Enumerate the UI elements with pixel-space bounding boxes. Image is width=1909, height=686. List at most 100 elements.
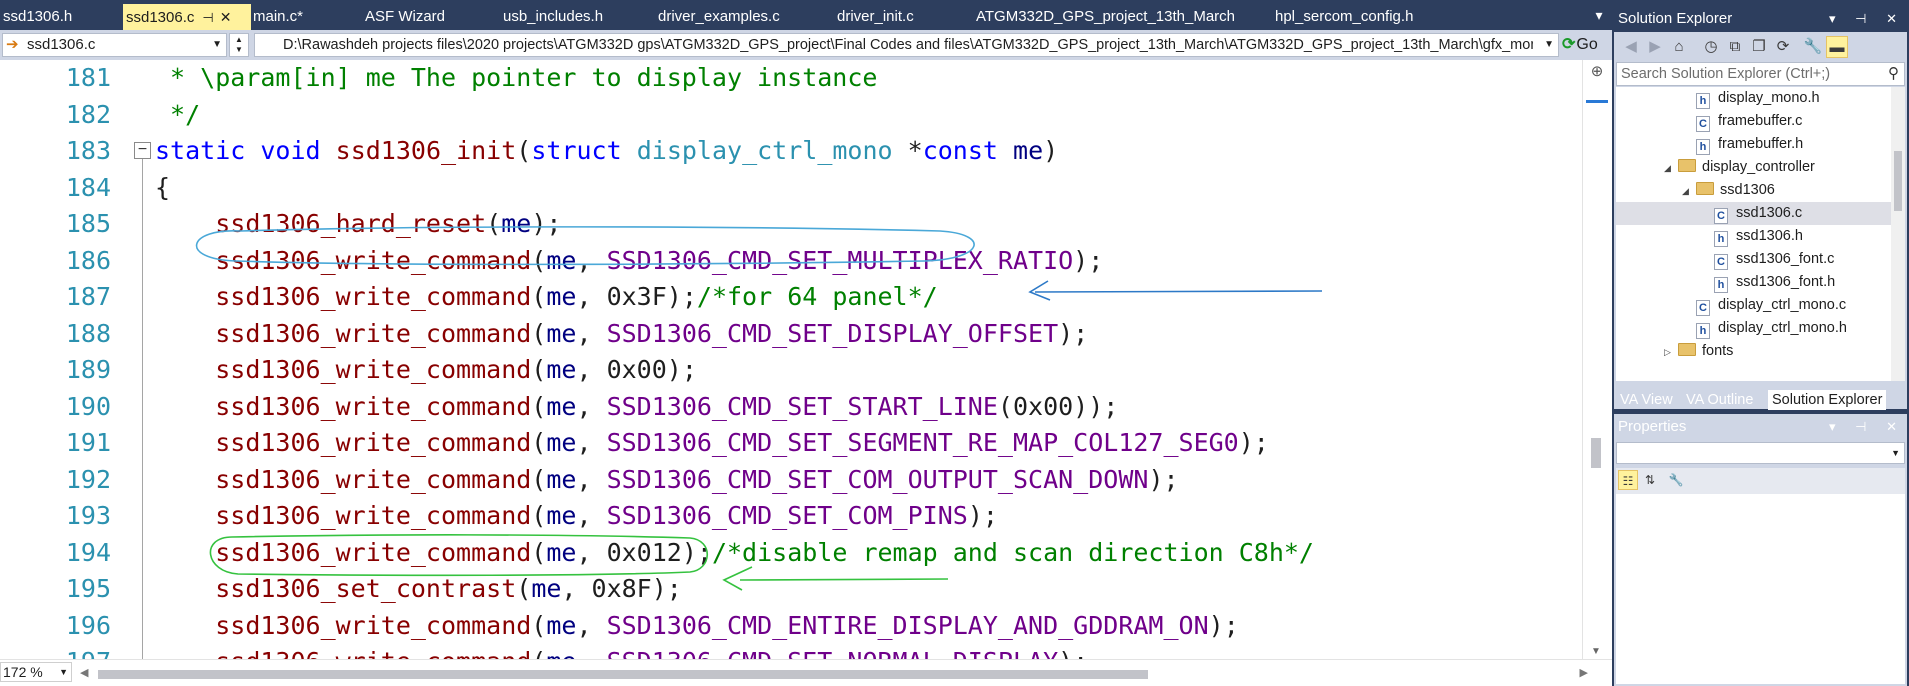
code-line[interactable]: 195 ssd1306_set_contrast(me, 0x8F); [0, 571, 1594, 607]
code-editor[interactable]: 181 * \param[in] me The pointer to displ… [0, 60, 1594, 659]
tree-file-item[interactable]: Cssd1306.c [1616, 202, 1891, 225]
file-path-dropdown[interactable]: D:\Rawashdeh projects files\2020 project… [254, 33, 1559, 57]
tree-file-item[interactable]: h display_ctrl_mono.h [1616, 317, 1891, 340]
code-line[interactable]: 196 ssd1306_write_command(me, SSD1306_CM… [0, 608, 1594, 644]
pane-window-buttons[interactable]: ▾ ⊣ ✕ [1829, 414, 1905, 440]
code-line[interactable]: 187 ssd1306_write_command(me, 0x3F);/*fo… [0, 279, 1594, 315]
collapse-region-button[interactable]: − [134, 142, 151, 159]
code-token: */ [155, 99, 201, 129]
tree-file-item[interactable]: Cframebuffer.c [1616, 110, 1891, 133]
document-tab[interactable]: ATGM332D_GPS_project_13th_March [973, 4, 1235, 30]
editor-vertical-scrollbar[interactable]: ⊕ ▼ [1582, 60, 1611, 659]
solution-explorer-search-input[interactable]: Search Solution Explorer (Ctrl+;) ⚲ [1616, 62, 1905, 86]
search-icon[interactable]: ⚲ [1888, 63, 1899, 85]
editor-horizontal-scrollbar[interactable]: ◀ ▶ [78, 664, 1588, 682]
tool-window-tab[interactable]: Solution Explorer [1768, 390, 1887, 410]
code-line[interactable]: 184 { [0, 170, 1594, 206]
tree-file-item[interactable]: h ssd1306_font.h [1616, 271, 1891, 294]
expanded-arrow-icon[interactable]: ◢ [1682, 180, 1696, 203]
properties-wrench-icon[interactable]: 🔧 [1802, 36, 1824, 58]
split-window-icon[interactable]: ⊕ [1589, 62, 1605, 80]
file-scope-dropdown[interactable]: ➔ ssd1306.c ▼ [2, 33, 227, 57]
tree-folder-item[interactable]: ▷ fonts [1616, 340, 1891, 363]
code-token: ( [516, 574, 532, 603]
tree-folder-item[interactable]: ◢ ssd1306 [1616, 179, 1891, 202]
pane-window-buttons[interactable]: ▾ ⊣ ✕ [1829, 6, 1905, 32]
categorized-icon[interactable]: ☷ [1618, 470, 1638, 490]
home-icon[interactable]: ⌂ [1668, 36, 1690, 58]
forward-icon[interactable]: ▶ [1644, 36, 1666, 58]
vertical-scroll-thumb[interactable] [1591, 438, 1601, 468]
tree-file-item[interactable]: Cdisplay_ctrl_mono.c [1616, 294, 1891, 317]
back-icon[interactable]: ◀ [1620, 36, 1642, 58]
document-tab[interactable]: ssd1306.h [0, 4, 72, 30]
code-line[interactable]: 182 */ [0, 97, 1594, 133]
code-line[interactable]: 194 ssd1306_write_command(me, 0x012);/*d… [0, 535, 1594, 571]
zoom-dropdown[interactable]: 172 % ▼ [0, 662, 72, 682]
tool-window-tab[interactable]: VA View [1616, 390, 1677, 410]
tree-file-item[interactable]: h framebuffer.h [1616, 133, 1891, 156]
code-line[interactable]: 190 ssd1306_write_command(me, SSD1306_CM… [0, 389, 1594, 425]
document-tab[interactable]: main.c* [250, 4, 303, 30]
tree-folder-item[interactable]: ◢ display_controller [1616, 156, 1891, 179]
alphabetical-icon[interactable]: ⇅ [1640, 470, 1660, 490]
document-tab[interactable]: ssd1306.c ⊣ ✕ [123, 4, 251, 30]
code-token: , 0x00); [576, 355, 697, 384]
code-line[interactable]: 185 ssd1306_hard_reset(me); [0, 206, 1594, 242]
code-line[interactable]: 191 ssd1306_write_command(me, SSD1306_CM… [0, 425, 1594, 461]
history-icon[interactable]: ◷ [1700, 36, 1722, 58]
tree-file-item[interactable]: Cssd1306_font.c [1616, 248, 1891, 271]
scroll-right-icon[interactable]: ▶ [1580, 664, 1588, 682]
show-all-files-icon[interactable]: ❐ [1748, 36, 1770, 58]
tree-scroll-thumb[interactable] [1894, 151, 1902, 211]
c-file-icon: C [1714, 208, 1728, 224]
collapsed-arrow-icon[interactable]: ▷ [1664, 341, 1678, 364]
document-tab[interactable]: driver_init.c [834, 4, 914, 30]
solution-tree-scrollbar[interactable] [1891, 87, 1905, 381]
solution-explorer-tab-strip: VA View VA Outline Solution Explorer [1616, 390, 1905, 410]
tool-window-tab[interactable]: VA Outline [1682, 390, 1757, 410]
code-line[interactable]: 193 ssd1306_write_command(me, SSD1306_CM… [0, 498, 1594, 534]
properties-title-bar: Properties ▾ ⊣ ✕ [1614, 414, 1909, 440]
code-token: ssd1306_write_command [215, 428, 532, 457]
code-line[interactable]: 186 ssd1306_write_command(me, SSD1306_CM… [0, 243, 1594, 279]
tab-overflow-dropdown-icon[interactable]: ▾ [1590, 6, 1608, 24]
preview-selected-icon[interactable]: ▬ [1826, 36, 1848, 58]
code-token: , [576, 610, 607, 640]
code-line[interactable]: 189 ssd1306_write_command(me, 0x00); [0, 352, 1594, 388]
code-line[interactable]: 197 ssd1306_write_command(me, SSD1306_CM… [0, 644, 1594, 659]
tool-window-column: Solution Explorer ▾ ⊣ ✕ ◀ ▶ ⌂ ◷ ⧉ ❐ ⟳ 🔧 … [1612, 0, 1909, 686]
collapse-all-icon[interactable]: ⧉ [1724, 36, 1746, 58]
document-tab[interactable]: driver_examples.c [655, 4, 780, 30]
code-token: * \param[in] me The pointer to display i… [155, 63, 878, 92]
code-line[interactable]: 188 ssd1306_write_command(me, SSD1306_CM… [0, 316, 1594, 352]
document-tab[interactable]: hpl_sercom_config.h [1272, 4, 1413, 30]
scroll-position-marker [1586, 100, 1608, 103]
tree-file-item[interactable]: h ssd1306.h [1616, 225, 1891, 248]
folder-icon [1678, 159, 1696, 172]
refresh-icon[interactable]: ⟳ [1772, 36, 1794, 58]
scope-spinner[interactable]: ▲ ▼ [229, 33, 249, 57]
document-tab[interactable]: usb_includes.h [500, 4, 603, 30]
close-tab-icon[interactable]: ✕ [220, 9, 232, 25]
document-tab[interactable]: ASF Wizard [362, 4, 445, 30]
code-line[interactable]: 192 ssd1306_write_command(me, SSD1306_CM… [0, 462, 1594, 498]
tree-file-item[interactable]: h display_mono.h [1616, 87, 1891, 110]
pin-tab-icon[interactable]: ⊣ [202, 10, 213, 25]
chevron-down-icon: ▼ [212, 39, 222, 50]
properties-grid[interactable] [1616, 494, 1905, 684]
properties-object-dropdown[interactable]: ▼ [1616, 442, 1905, 464]
property-pages-icon[interactable]: 🔧 [1666, 470, 1686, 490]
code-token: SSD1306_CMD_SET_SEGMENT_RE_MAP_COL127_SE… [606, 428, 1239, 457]
code-line[interactable]: 181 * \param[in] me The pointer to displ… [0, 60, 1594, 96]
expanded-arrow-icon[interactable]: ◢ [1664, 157, 1678, 180]
scroll-left-icon[interactable]: ◀ [80, 664, 88, 682]
code-line[interactable]: 183 static void ssd1306_init(struct displ… [0, 133, 1594, 169]
code-token: ); [1073, 245, 1104, 275]
horizontal-scroll-thumb[interactable] [98, 670, 1148, 679]
code-token: ( [531, 537, 547, 567]
go-button[interactable]: ⟳Go [1562, 33, 1610, 57]
scroll-down-icon[interactable]: ▼ [1587, 646, 1605, 657]
